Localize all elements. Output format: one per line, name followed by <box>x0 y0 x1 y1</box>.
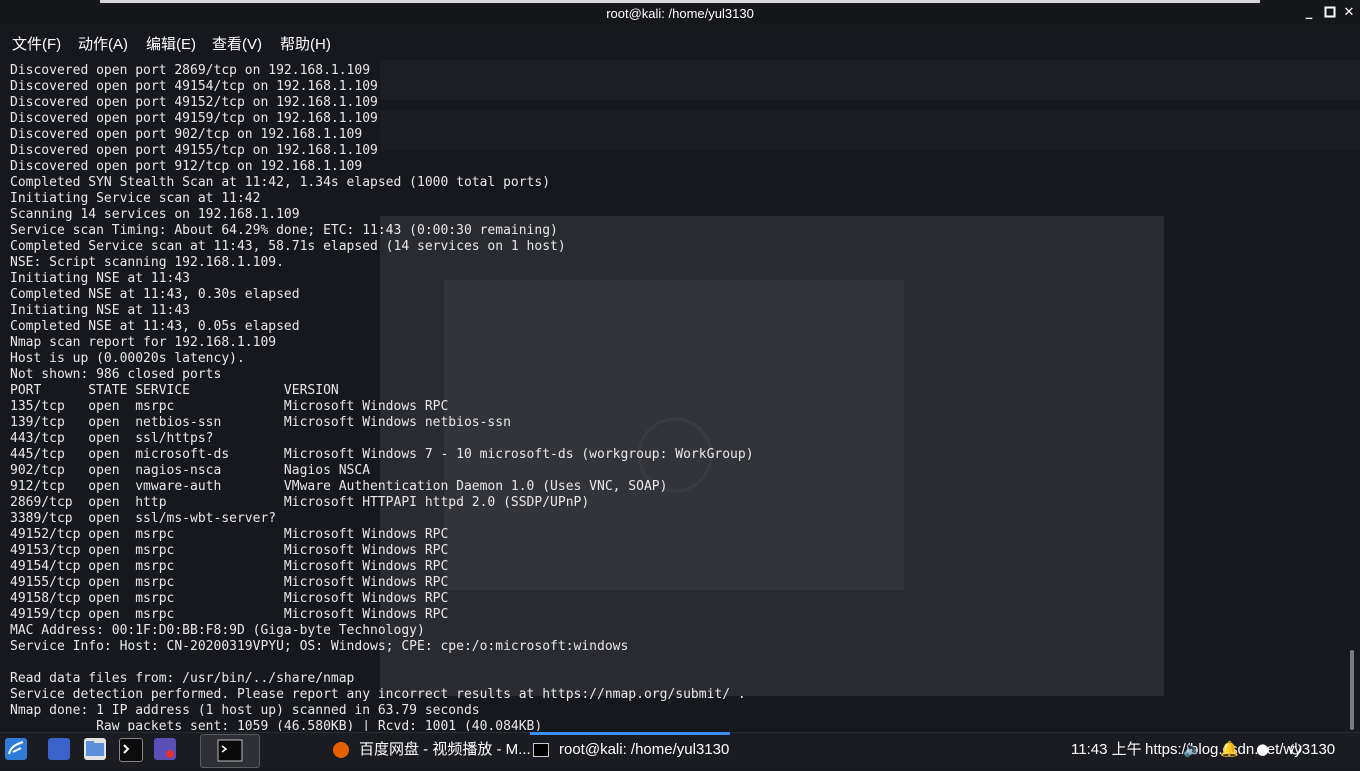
terminal-line: Completed Service scan at 11:43, 58.71s … <box>10 239 566 254</box>
terminal-small-icon <box>533 743 549 758</box>
terminal-line: 49153/tcp open msrpc Microsoft Windows R… <box>10 543 449 558</box>
taskbar-clock[interactable]: 11:43 上午 <box>1071 733 1142 766</box>
terminal-line: 443/tcp open ssl/https? <box>10 431 214 446</box>
terminal-line: PORT STATE SERVICE VERSION <box>10 383 339 398</box>
terminal-line: 49158/tcp open msrpc Microsoft Windows R… <box>10 591 449 606</box>
terminal-line: MAC Address: 00:1F:D0:BB:F8:9D (Giga-byt… <box>10 623 425 638</box>
terminal-line: Service detection performed. Please repo… <box>10 687 746 702</box>
terminal-line: Discovered open port 49154/tcp on 192.16… <box>10 79 378 94</box>
terminal-line: Nmap done: 1 IP address (1 host up) scan… <box>10 703 480 718</box>
terminal-line: Discovered open port 902/tcp on 192.168.… <box>10 127 363 142</box>
terminal-line: Host is up (0.00020s latency). <box>10 351 245 366</box>
window-title: root@kali: /home/yul3130 <box>606 6 754 21</box>
terminal-output[interactable]: Discovered open port 2869/tcp on 192.168… <box>10 63 1345 731</box>
terminal-line: Service Info: Host: CN-20200319VPYU; OS:… <box>10 639 629 654</box>
terminal-line: 2869/tcp open http Microsoft HTTPAPI htt… <box>10 495 590 510</box>
terminal-line: Discovered open port 49155/tcp on 192.16… <box>10 143 378 158</box>
power-icon[interactable]: ⏻ <box>1290 733 1302 766</box>
menu-edit[interactable]: 编辑(E) <box>146 33 196 54</box>
terminal-line: Initiating Service scan at 11:42 <box>10 191 261 206</box>
menu-view[interactable]: 查看(V) <box>212 33 262 54</box>
window-titlebar: root@kali: /home/yul3130 _ ✕ <box>0 0 1360 28</box>
close-icon[interactable]: ✕ <box>1342 6 1356 20</box>
task-terminal[interactable]: root@kali: /home/yul3130 <box>533 733 729 766</box>
terminal-line: 49155/tcp open msrpc Microsoft Windows R… <box>10 575 449 590</box>
terminal-line: Raw packets sent: 1059 (46.580KB) | Rcvd… <box>10 719 543 731</box>
maximize-icon[interactable] <box>1323 6 1337 20</box>
minimize-icon[interactable]: _ <box>1302 6 1316 20</box>
task-baidu-video[interactable]: 百度网盘 - 视频播放 - M... <box>333 733 531 766</box>
lock-icon[interactable]: ● <box>1256 733 1269 766</box>
task-baidu-label: 百度网盘 - 视频播放 - M... <box>359 741 531 758</box>
terminal-line: 139/tcp open netbios-ssn Microsoft Windo… <box>10 415 511 430</box>
terminal-line: Service scan Timing: About 64.29% done; … <box>10 223 558 238</box>
file-manager-icon[interactable] <box>84 738 106 760</box>
terminal-line: 445/tcp open microsoft-ds Microsoft Wind… <box>10 447 754 462</box>
titlebar-accent <box>100 0 1260 3</box>
terminal-task-button[interactable] <box>200 734 260 768</box>
terminal-line: 135/tcp open msrpc Microsoft Windows RPC <box>10 399 449 414</box>
terminal-line: Scanning 14 services on 192.168.1.109 <box>10 207 300 222</box>
terminal-line: 49152/tcp open msrpc Microsoft Windows R… <box>10 527 449 542</box>
terminal-launcher-icon[interactable] <box>119 738 143 762</box>
task-terminal-label: root@kali: /home/yul3130 <box>559 741 730 758</box>
terminal-line: 49154/tcp open msrpc Microsoft Windows R… <box>10 559 449 574</box>
terminal-line: 3389/tcp open ssl/ms-wbt-server? <box>10 511 277 526</box>
notification-bell-icon[interactable]: 🔔 <box>1220 733 1239 766</box>
volume-icon[interactable]: 🔈 <box>1183 733 1202 766</box>
terminal-line: 49159/tcp open msrpc Microsoft Windows R… <box>10 607 449 622</box>
kali-menu-icon[interactable] <box>5 738 27 760</box>
terminal-line: Completed SYN Stealth Scan at 11:42, 1.3… <box>10 175 551 190</box>
terminal-line: Discovered open port 49152/tcp on 192.16… <box>10 95 378 110</box>
menu-actions[interactable]: 动作(A) <box>78 33 128 54</box>
desktop-icon[interactable] <box>48 738 70 760</box>
terminal-line: Completed NSE at 11:43, 0.05s elapsed <box>10 319 300 334</box>
screen-recorder-icon[interactable] <box>154 738 176 760</box>
menu-bar: 文件(F) 动作(A) 编辑(E) 查看(V) 帮助(H) <box>0 28 1360 56</box>
terminal-line: Initiating NSE at 11:43 <box>10 271 191 286</box>
terminal-scrollbar[interactable] <box>1350 650 1354 730</box>
terminal-line: Nmap scan report for 192.168.1.109 <box>10 335 277 350</box>
tray-watermark-text: https://blog.csdn.net/wy3130 <box>1145 741 1336 758</box>
terminal-line: Completed NSE at 11:43, 0.30s elapsed <box>10 287 300 302</box>
terminal-line: 912/tcp open vmware-auth VMware Authenti… <box>10 479 668 494</box>
terminal-line: Discovered open port 49159/tcp on 192.16… <box>10 111 378 126</box>
menu-file[interactable]: 文件(F) <box>12 33 61 54</box>
terminal-line: Initiating NSE at 11:43 <box>10 303 191 318</box>
terminal-line: 902/tcp open nagios-nsca Nagios NSCA <box>10 463 371 478</box>
terminal-line: Discovered open port 2869/tcp on 192.168… <box>10 63 371 78</box>
terminal-line: Read data files from: /usr/bin/../share/… <box>10 671 355 686</box>
menu-help[interactable]: 帮助(H) <box>280 33 331 54</box>
terminal-line: Not shown: 986 closed ports <box>10 367 222 382</box>
terminal-line: NSE: Script scanning 192.168.1.109. <box>10 255 284 270</box>
terminal-line: Discovered open port 912/tcp on 192.168.… <box>10 159 363 174</box>
firefox-icon <box>333 742 349 759</box>
